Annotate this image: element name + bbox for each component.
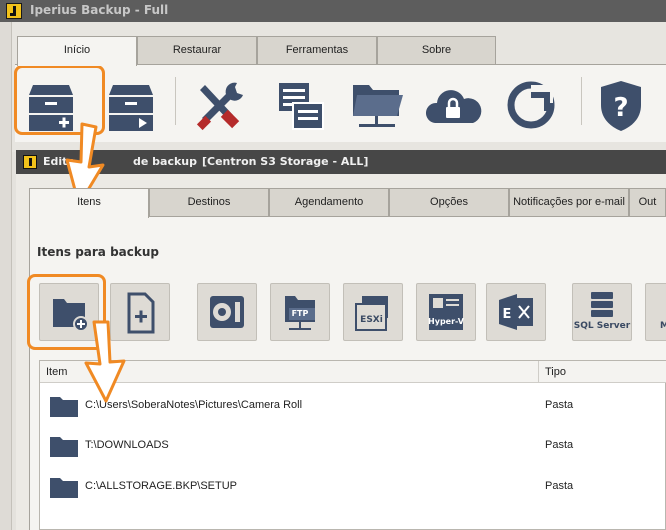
ftp-label: FTP <box>291 309 309 318</box>
item-path: T:\DOWNLOADS <box>85 439 169 451</box>
network-folder-icon[interactable] <box>345 73 409 133</box>
item-type: Pasta <box>545 399 574 411</box>
sql-server-button[interactable]: SQL Server <box>572 283 632 341</box>
exchange-button[interactable]: E <box>486 283 546 341</box>
esxi-button[interactable]: ESXi <box>343 283 403 341</box>
tab-notificacoes[interactable]: Notificações por e-mail <box>509 188 629 216</box>
list-item[interactable]: C:\ALLSTORAGE.BKP\SETUP Pasta <box>40 467 666 507</box>
exchange-icon: E <box>499 294 533 330</box>
app-titlebar: Iperius Backup - Full <box>0 0 666 22</box>
help-icon[interactable]: ? <box>589 73 653 133</box>
job-title-name: [Centron S3 Storage - ALL] <box>202 155 369 168</box>
svg-text:?: ? <box>613 93 628 123</box>
ftp-button[interactable]: FTP <box>270 283 330 341</box>
hyper-v-button[interactable]: Hyper-V <box>416 283 476 341</box>
iperius-logo-icon <box>6 3 22 19</box>
item-type: Pasta <box>545 439 574 451</box>
hyper-v-icon <box>429 294 463 330</box>
disk-image-icon <box>210 296 244 328</box>
left-frame <box>0 22 12 530</box>
tab-outros[interactable]: Out <box>629 188 666 216</box>
folder-icon <box>50 397 78 417</box>
mysql-button[interactable]: M <box>645 283 666 341</box>
sql-server-label: SQL Server <box>573 321 631 331</box>
toolbar-separator <box>175 77 176 125</box>
log-list-icon[interactable] <box>269 73 333 133</box>
disk-image-button[interactable] <box>197 283 257 341</box>
folder-icon <box>50 478 78 498</box>
sql-server-icon <box>591 292 613 317</box>
cloud-lock-icon[interactable] <box>421 73 485 133</box>
mysql-label: M <box>660 321 666 331</box>
tab-opcoes[interactable]: Opções <box>389 188 509 216</box>
app-title: Iperius Backup - Full <box>30 3 169 17</box>
tab-agendamento[interactable]: Agendamento <box>269 188 389 216</box>
iperius-logo-icon <box>23 155 37 169</box>
esxi-label: ESXi <box>360 315 383 325</box>
arrow-down-icon <box>84 320 126 403</box>
tools-icon[interactable] <box>189 73 253 133</box>
section-title: Itens para backup <box>37 245 159 259</box>
restore-icon[interactable] <box>501 73 565 133</box>
item-path: C:\ALLSTORAGE.BKP\SETUP <box>85 480 238 492</box>
folder-icon <box>50 437 78 457</box>
item-type: Pasta <box>545 480 574 492</box>
esxi-icon <box>355 296 388 331</box>
job-title-mid: de backup <box>133 155 198 168</box>
hyper-v-label: Hyper-V <box>428 317 464 326</box>
svg-text:E: E <box>503 307 512 322</box>
toolbar-separator <box>581 77 582 125</box>
tab-ferramentas[interactable]: Ferramentas <box>257 36 377 64</box>
column-item[interactable]: Item <box>46 366 67 378</box>
column-divider[interactable] <box>538 361 539 383</box>
tab-sobre[interactable]: Sobre <box>377 36 496 64</box>
tab-destinos[interactable]: Destinos <box>149 188 269 216</box>
column-tipo[interactable]: Tipo <box>545 366 566 378</box>
tab-itens[interactable]: Itens <box>29 188 149 218</box>
tab-restaurar[interactable]: Restaurar <box>137 36 257 64</box>
list-item[interactable]: T:\DOWNLOADS Pasta <box>40 426 666 466</box>
tab-inicio[interactable]: Início <box>17 36 137 66</box>
